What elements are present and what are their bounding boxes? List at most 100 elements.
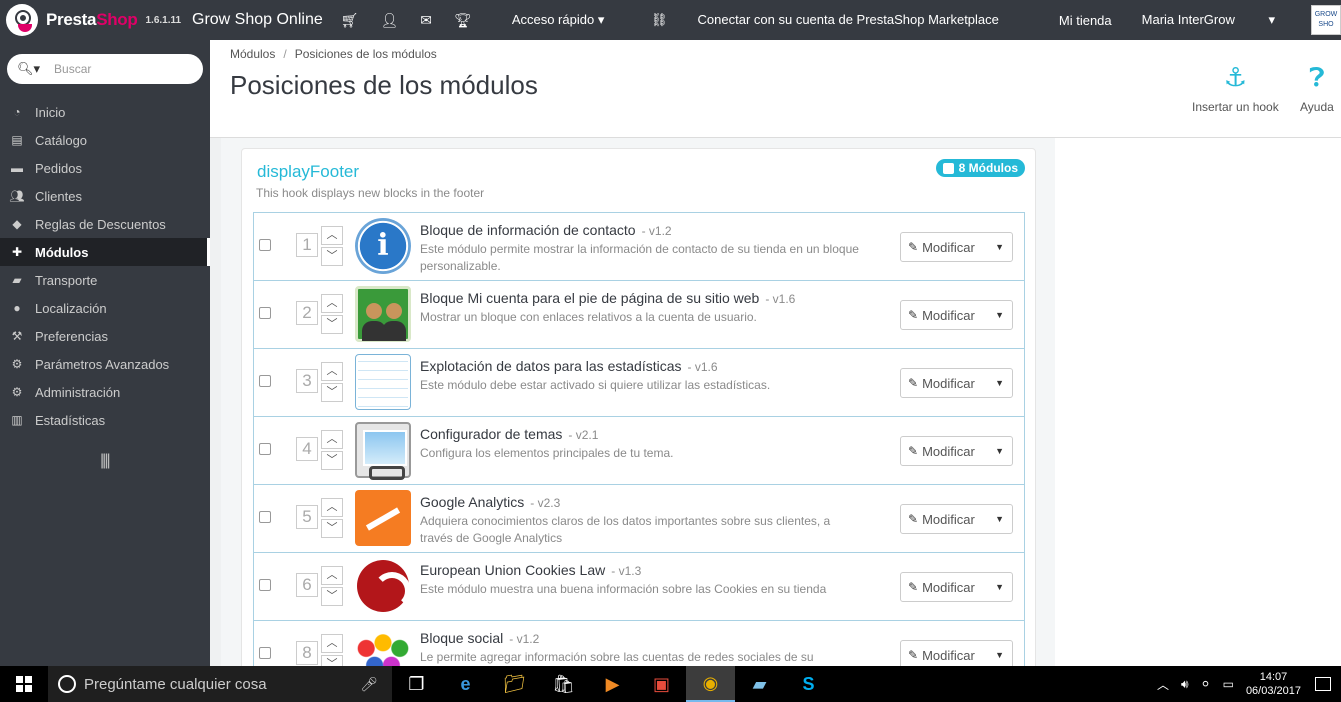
photo-app-icon[interactable]: ▣ <box>637 666 686 702</box>
move-down-button[interactable]: ﹀ <box>321 451 343 470</box>
top-bar: PrestaShop 1.6.1.11 Grow Shop Online 🛒︎ … <box>0 0 1341 40</box>
modify-button[interactable]: ✎ Modificar ▼ <box>900 300 1013 330</box>
main-content: displayFooter This hook displays new blo… <box>221 138 1055 666</box>
start-button[interactable] <box>0 666 48 702</box>
trophy-icon[interactable]: 🏆︎ <box>454 12 472 29</box>
sidebar-item-localización[interactable]: ● Localización <box>0 294 210 322</box>
breadcrumb-item[interactable]: Módulos <box>230 47 275 61</box>
task-view-icon[interactable]: ❐ <box>392 666 441 702</box>
sidebar-item-catálogo[interactable]: ▤ Catálogo <box>0 126 210 154</box>
notes-app-icon[interactable]: ▰ <box>735 666 784 702</box>
shop-name-link[interactable]: Grow Shop Online <box>192 11 323 29</box>
move-up-button[interactable]: ︿ <box>321 566 343 585</box>
modify-button[interactable]: ✎ Modificar ▼ <box>900 436 1013 466</box>
module-row[interactable]: 2 ︿ ﹀ Bloque Mi cuenta para el pie de págin… <box>253 280 1025 348</box>
notification-center-icon[interactable] <box>1315 677 1331 691</box>
file-explorer-icon[interactable]: 📁︎ <box>490 666 539 702</box>
sidebar: 🔍︎▾ Buscar ◔ Inicio ▤ Catálogo ▬ Pedidos 👥︎ Cli… <box>0 40 210 666</box>
module-count-badge[interactable]: 8 Módulos <box>935 159 1025 177</box>
user-menu[interactable]: Maria InterGrow ▾ <box>1142 12 1305 28</box>
caret-down-icon[interactable]: ▼ <box>995 242 1004 252</box>
caret-down-icon[interactable]: ▼ <box>995 378 1004 388</box>
microphone-icon[interactable]: 🎤︎ <box>360 676 378 693</box>
prestashop-logo[interactable]: PrestaShop 1.6.1.11 <box>0 4 190 36</box>
position-number: 2 <box>296 301 318 325</box>
user-icon[interactable]: 👤︎ <box>381 12 399 29</box>
move-up-button[interactable]: ︿ <box>321 294 343 313</box>
caret-down-icon[interactable]: ▼ <box>995 310 1004 320</box>
breadcrumb: Módulos / Posiciones de los módulos <box>230 47 437 61</box>
modify-button[interactable]: ✎ Modificar ▼ <box>900 572 1013 602</box>
module-row[interactable]: 1 ︿ ﹀ i Bloque de información de contacto - v… <box>253 212 1025 280</box>
battery-icon[interactable]: ▭ <box>1223 677 1234 691</box>
edge-icon[interactable]: e <box>441 666 490 702</box>
help-button[interactable]: ❓︎ Ayuda <box>1300 62 1334 114</box>
module-checkbox[interactable] <box>259 511 271 523</box>
caret-down-icon[interactable]: ▼ <box>995 650 1004 660</box>
caret-down-icon[interactable]: ▼ <box>995 446 1004 456</box>
move-down-button[interactable]: ﹀ <box>321 315 343 334</box>
move-down-button[interactable]: ﹀ <box>321 247 343 266</box>
sidebar-item-inicio[interactable]: ◔ Inicio <box>0 98 210 126</box>
module-row[interactable]: 4 ︿ ﹀ Configurador de temas - v2.1 Configura … <box>253 416 1025 484</box>
network-icon[interactable]: ⚪︎ <box>1201 677 1211 691</box>
modify-button[interactable]: ✎ Modificar ▼ <box>900 368 1013 398</box>
envelope-icon[interactable]: ✉ <box>420 12 432 29</box>
avatar[interactable]: GROW SHO <box>1311 5 1341 35</box>
caret-down-icon[interactable]: ▼ <box>995 514 1004 524</box>
move-down-button[interactable]: ﹀ <box>321 519 343 538</box>
sidebar-item-pedidos[interactable]: ▬ Pedidos <box>0 154 210 182</box>
store-icon[interactable]: 🛍︎ <box>539 666 588 702</box>
modify-button[interactable]: ✎ Modificar ▼ <box>900 640 1013 666</box>
sidebar-item-reglas-de-descuentos[interactable]: ◆ Reglas de Descuentos <box>0 210 210 238</box>
cortana-search[interactable]: Pregúntame cualquier cosa 🎤︎ <box>48 666 392 702</box>
link-icon: ⛓︎ <box>651 12 668 27</box>
sidebar-item-parámetros-avanzados[interactable]: ⚙ Parámetros Avanzados <box>0 350 210 378</box>
module-list: 1 ︿ ﹀ i Bloque de información de contacto - v… <box>253 212 1025 666</box>
cart-icon[interactable]: 🛒︎ <box>341 12 359 29</box>
module-row[interactable]: 3 ︿ ﹀ Explotación de datos para las estadís… <box>253 348 1025 416</box>
clock[interactable]: 14:07 06/03/2017 <box>1246 670 1301 698</box>
module-checkbox[interactable] <box>259 579 271 591</box>
skype-icon[interactable]: S <box>784 666 833 702</box>
module-row[interactable]: 5 ︿ ﹀ Google Analytics - v2.3 Adquiera conoci… <box>253 484 1025 552</box>
chevron-up-icon[interactable]: ︿ <box>1157 676 1169 693</box>
search-icon[interactable]: 🔍︎▾ <box>17 61 40 77</box>
sidebar-item-transporte[interactable]: ▰ Transporte <box>0 266 210 294</box>
module-checkbox[interactable] <box>259 307 271 319</box>
modify-button[interactable]: ✎ Modificar ▼ <box>900 504 1013 534</box>
move-up-button[interactable]: ︿ <box>321 362 343 381</box>
my-shop-link[interactable]: Mi tienda <box>1059 13 1112 28</box>
move-down-button[interactable]: ﹀ <box>321 383 343 402</box>
breadcrumb-item[interactable]: Posiciones de los módulos <box>295 47 437 61</box>
media-player-icon[interactable]: ▶ <box>588 666 637 702</box>
caret-down-icon[interactable]: ▼ <box>995 582 1004 592</box>
move-up-button[interactable]: ︿ <box>321 498 343 517</box>
search-input[interactable]: 🔍︎▾ Buscar <box>7 54 203 84</box>
quick-access-menu[interactable]: Acceso rápido ▾ <box>512 12 605 28</box>
chrome-icon[interactable]: ◉ <box>686 666 735 702</box>
module-checkbox[interactable] <box>259 239 271 251</box>
sidebar-item-administración[interactable]: ⚙ Administración <box>0 378 210 406</box>
module-row[interactable]: 8 ︿ ﹀ Bloque social - v1.2 Le permite agregar… <box>253 620 1025 666</box>
insert-hook-button[interactable]: ⚓︎ Insertar un hook <box>1192 62 1279 114</box>
volume-icon[interactable]: 🔊︎ <box>1181 677 1189 692</box>
module-description: Mostrar un bloque con enlaces relativos … <box>420 310 757 324</box>
modify-button[interactable]: ✎ Modificar ▼ <box>900 232 1013 262</box>
move-up-button[interactable]: ︿ <box>321 634 343 653</box>
module-checkbox[interactable] <box>259 647 271 659</box>
move-up-button[interactable]: ︿ <box>321 226 343 245</box>
sidebar-item-label: Reglas de Descuentos <box>35 216 166 232</box>
module-checkbox[interactable] <box>259 443 271 455</box>
sidebar-item-estadísticas[interactable]: ▥ Estadísticas <box>0 406 210 434</box>
module-row[interactable]: 6 ︿ ﹀ European Union Cookies Law - v1.3 Este … <box>253 552 1025 620</box>
collapse-sidebar-icon[interactable]: |||| <box>100 452 210 470</box>
module-checkbox[interactable] <box>259 375 271 387</box>
move-down-button[interactable]: ﹀ <box>321 655 343 666</box>
marketplace-link[interactable]: ⛓︎ Conectar con su cuenta de PrestaShop M… <box>651 12 1029 28</box>
move-down-button[interactable]: ﹀ <box>321 587 343 606</box>
sidebar-item-preferencias[interactable]: ⚒ Preferencias <box>0 322 210 350</box>
sidebar-item-módulos[interactable]: ✚ Módulos <box>0 238 210 266</box>
sidebar-item-clientes[interactable]: 👥︎ Clientes <box>0 182 210 210</box>
move-up-button[interactable]: ︿ <box>321 430 343 449</box>
